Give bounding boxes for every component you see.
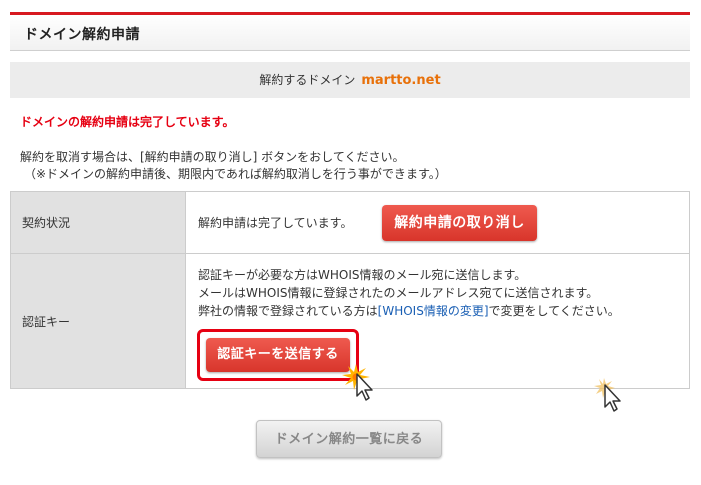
auth-key-description: 認証キーが必要な方はWHOIS情報のメール宛に送信します。 メールはWHOIS情… [198,266,620,320]
click-cursor-icon [342,364,373,401]
contract-status-value: 解約申請は完了しています。 [198,216,353,230]
info-line-1: 解約を取消す場合は、[解約申請の取り消し] ボタンをおしてください。 [20,150,405,164]
send-auth-key-button[interactable]: 認証キーを送信する [206,338,350,372]
auth-key-line-1: 認証キーが必要な方はWHOIS情報のメール宛に送信します。 [198,268,527,282]
domain-info-table: 契約状況 解約申請は完了しています。 解約申請の取り消し 認証キー 認証キーが必… [10,191,690,389]
arrow-cursor-icon [604,384,621,412]
back-to-domain-list-button[interactable]: ドメイン解約一覧に戻る [256,420,442,458]
auth-key-line-3-suffix: で変更をしてください。 [488,304,620,318]
whois-change-link[interactable]: [WHOIS情報の変更] [378,304,489,318]
auth-key-line-3: 弊社の情報で登録されている方は[WHOIS情報の変更]で変更をしてください。 [198,302,620,320]
cancel-cancellation-button[interactable]: 解約申請の取り消し [382,204,537,241]
info-text: 解約を取消す場合は、[解約申請の取り消し] ボタンをおしてください。 （※ドメイ… [20,149,447,183]
auth-key-label: 認証キー [10,253,186,389]
auth-key-line-2: メールはWHOIS情報に登録されたのメールアドレス宛てに送信されます。 [198,286,599,300]
domain-banner-label: 解約するドメイン [259,73,356,87]
hover-cursor-icon [594,378,621,412]
domain-banner: 解約するドメイン martto.net [10,62,690,98]
header-bar: ドメイン解約申請 [10,15,690,51]
auth-key-value-cell: 認証キーが必要な方はWHOIS情報のメール宛に送信します。 メールはWHOIS情… [185,253,690,389]
info-line-2: （※ドメインの解約申請後、期限内であれば解約取消しを行う事ができます。） [24,167,447,181]
auth-key-line-3-prefix: 弊社の情報で登録されている方は [198,304,378,318]
send-button-highlight: 認証キーを送信する [197,329,359,381]
domain-name: martto.net [361,73,441,88]
table-row-contract-status: 契約状況 解約申請は完了しています。 解約申請の取り消し [10,191,690,254]
contract-status-label: 契約状況 [10,191,186,254]
contract-status-value-cell: 解約申請は完了しています。 解約申請の取り消し [185,191,690,254]
page-title: ドメイン解約申請 [24,27,140,43]
status-message: ドメインの解約申請は完了しています。 [20,115,235,129]
